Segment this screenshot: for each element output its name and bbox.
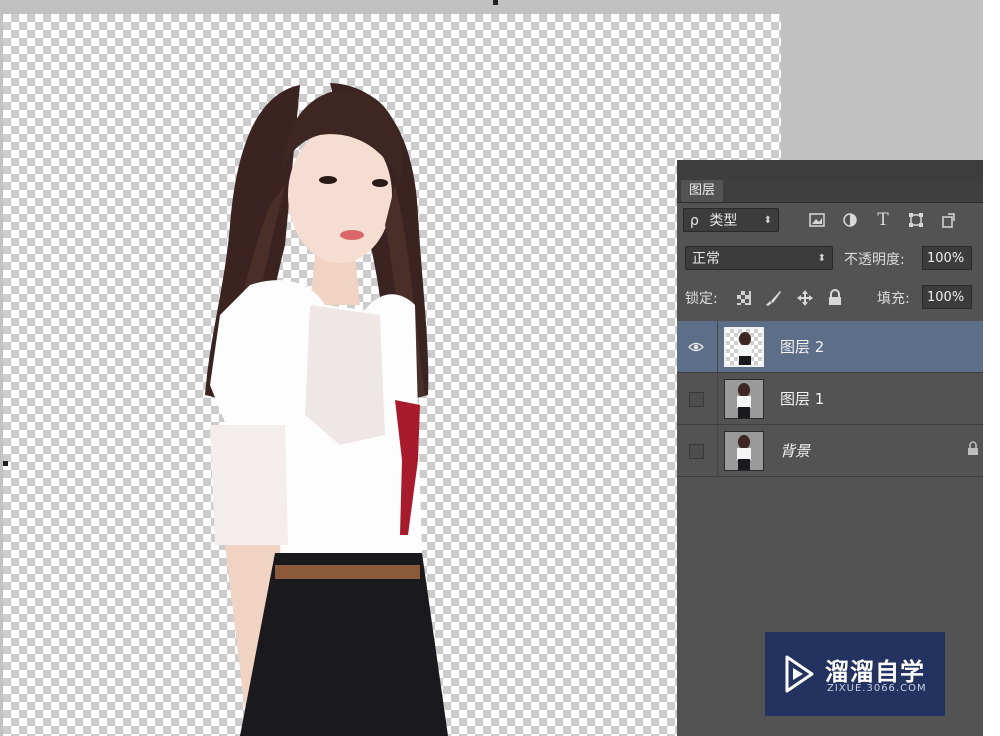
chevron-updown-icon: ⬍ bbox=[763, 215, 772, 226]
watermark-url: ZIXUE.3066.COM bbox=[827, 683, 927, 694]
layer-name[interactable]: 图层 1 bbox=[780, 388, 824, 409]
lock-label: 锁定: bbox=[685, 291, 718, 307]
play-logo-icon bbox=[785, 655, 814, 693]
layer-thumbnail[interactable] bbox=[724, 431, 764, 471]
layer-row-layer-1[interactable]: 图层 1 bbox=[677, 373, 983, 425]
blend-mode-value: 正常 bbox=[692, 251, 720, 267]
visibility-toggle-off[interactable] bbox=[687, 442, 705, 460]
watermark-brand: 溜溜自学 bbox=[825, 658, 925, 686]
visibility-toggle-off[interactable] bbox=[687, 390, 705, 408]
layer-name[interactable]: 图层 2 bbox=[780, 336, 824, 357]
divider bbox=[717, 321, 718, 373]
divider bbox=[717, 425, 718, 477]
layer-name[interactable]: 背景 bbox=[780, 440, 810, 461]
lock-all-icon[interactable] bbox=[828, 289, 842, 310]
watermark-logo: 溜溜自学 ZIXUE.3066.COM bbox=[765, 632, 945, 716]
shape-filter-icon[interactable] bbox=[906, 208, 926, 232]
smart-object-filter-icon[interactable] bbox=[939, 208, 959, 232]
panel-title-bar[interactable] bbox=[677, 160, 983, 178]
layer-row-background[interactable]: 背景 bbox=[677, 425, 983, 477]
filter-icon-group: T bbox=[807, 208, 959, 232]
adjustment-filter-icon[interactable] bbox=[840, 208, 860, 232]
chevron-updown-icon: ⬍ bbox=[817, 253, 826, 264]
canvas-handle-top[interactable] bbox=[493, 0, 498, 5]
canvas-handle-left[interactable] bbox=[3, 461, 8, 466]
tab-layers[interactable]: 图层 bbox=[681, 180, 724, 202]
lock-position-icon[interactable] bbox=[796, 289, 814, 311]
lock-transparent-icon[interactable] bbox=[737, 291, 751, 309]
opacity-input[interactable]: 100% bbox=[922, 246, 972, 270]
blend-mode-dropdown[interactable]: 正常 ⬍ bbox=[685, 246, 833, 270]
layer-thumbnail[interactable] bbox=[724, 327, 764, 367]
image-filter-icon[interactable] bbox=[807, 208, 827, 232]
type-filter-icon[interactable]: T bbox=[873, 208, 893, 232]
visibility-eye-icon[interactable] bbox=[687, 338, 705, 356]
opacity-label: 不透明度: bbox=[844, 252, 905, 268]
divider bbox=[717, 373, 718, 425]
panel-tab-bar: 图层 bbox=[677, 178, 983, 203]
layers-list: 图层 2 图层 1 背景 bbox=[677, 321, 983, 481]
search-icon: ρ bbox=[690, 213, 699, 229]
lock-paint-icon[interactable] bbox=[764, 289, 782, 311]
fill-label: 填充: bbox=[877, 291, 910, 307]
window-edge bbox=[983, 0, 1000, 736]
layer-filter-row: ρ 类型 ⬍ T bbox=[677, 208, 983, 234]
lock-row: 锁定: 填充: 100% bbox=[677, 285, 983, 311]
filter-kind-dropdown[interactable]: ρ 类型 ⬍ bbox=[683, 208, 779, 232]
filter-kind-label: 类型 bbox=[709, 213, 738, 229]
layer-row-layer-2[interactable]: 图层 2 bbox=[677, 321, 983, 373]
layer-lock-icon[interactable] bbox=[967, 441, 979, 460]
blend-row: 正常 ⬍ 不透明度: 100% bbox=[677, 246, 983, 272]
fill-input[interactable]: 100% bbox=[922, 285, 972, 309]
cutout-photo-woman bbox=[205, 83, 448, 736]
layer-thumbnail[interactable] bbox=[724, 379, 764, 419]
